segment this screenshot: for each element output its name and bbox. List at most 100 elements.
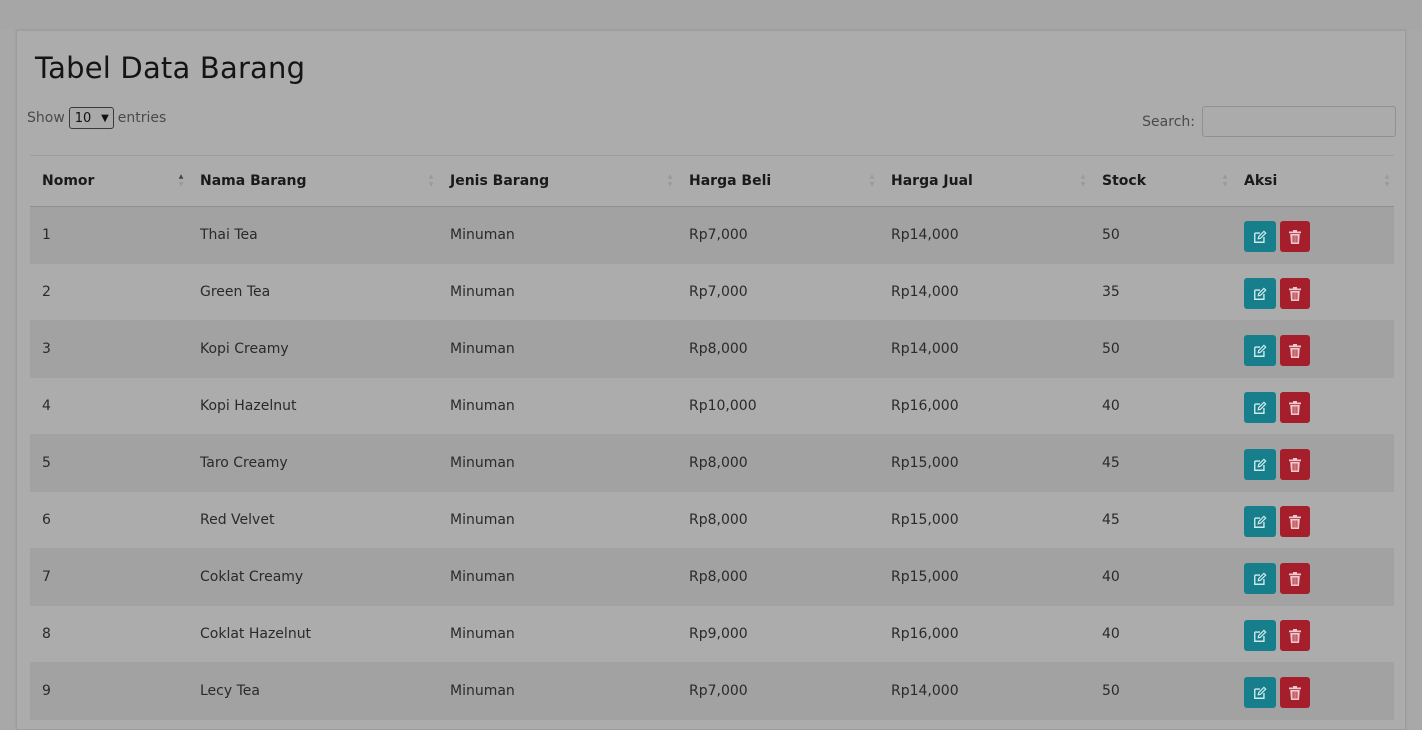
delete-button[interactable] (1280, 620, 1310, 651)
cell-harga-beli: Rp10,000 (689, 398, 757, 414)
column-header-jenis-barang[interactable]: Jenis Barang ▲ ▼ (438, 156, 677, 206)
edit-button[interactable] (1244, 392, 1276, 423)
cell-harga-jual: Rp16,000 (891, 398, 959, 414)
column-header-stock[interactable]: Stock ▲ ▼ (1090, 156, 1232, 206)
trash-icon (1289, 571, 1301, 586)
cell-harga-beli: Rp8,000 (689, 569, 748, 585)
cell-stock: 45 (1102, 455, 1120, 471)
edit-icon (1253, 571, 1267, 586)
cell-harga-jual: Rp14,000 (891, 227, 959, 243)
cell-nama-barang: Red Velvet (200, 512, 275, 528)
cell-harga-jual: Rp14,000 (891, 683, 959, 699)
show-label: Show (27, 110, 65, 126)
column-header-label: Stock (1102, 173, 1147, 189)
delete-button[interactable] (1280, 221, 1310, 252)
cell-nama-barang: Coklat Creamy (200, 569, 304, 585)
cell-nomor: 5 (42, 455, 51, 471)
cell-harga-jual: Rp15,000 (891, 512, 959, 528)
trash-icon (1289, 628, 1301, 643)
trash-icon (1289, 400, 1301, 415)
entries-label: entries (117, 110, 167, 126)
table-row: 6 Red Velvet Minuman Rp8,000 Rp15,000 45 (30, 492, 1394, 549)
sort-icon: ▲ ▼ (178, 173, 184, 188)
edit-button[interactable] (1244, 278, 1276, 309)
column-header-harga-jual[interactable]: Harga Jual ▲ ▼ (879, 156, 1090, 206)
cell-nomor: 3 (42, 341, 51, 357)
trash-icon (1289, 685, 1301, 700)
cell-jenis-barang: Minuman (450, 398, 515, 414)
search-label: Search: (1142, 113, 1195, 130)
sort-icon: ▲ ▼ (1080, 173, 1086, 188)
edit-button[interactable] (1244, 620, 1276, 651)
delete-button[interactable] (1280, 677, 1310, 708)
edit-icon (1253, 286, 1267, 301)
sort-icon: ▲ ▼ (1222, 173, 1228, 188)
cell-jenis-barang: Minuman (450, 227, 515, 243)
cell-nama-barang: Taro Creamy (200, 455, 288, 471)
cell-harga-beli: Rp7,000 (689, 227, 748, 243)
cell-harga-jual: Rp16,000 (891, 626, 959, 642)
delete-button[interactable] (1280, 278, 1310, 309)
cell-nama-barang: Green Tea (200, 284, 271, 300)
cell-harga-jual: Rp15,000 (891, 455, 959, 471)
edit-button[interactable] (1244, 677, 1276, 708)
sort-icon: ▲ ▼ (428, 173, 434, 188)
delete-button[interactable] (1280, 506, 1310, 537)
edit-button[interactable] (1244, 506, 1276, 537)
edit-icon (1253, 628, 1267, 643)
column-header-label: Nama Barang (200, 173, 307, 189)
column-header-label: Harga Beli (689, 173, 772, 189)
cell-stock: 50 (1102, 683, 1120, 699)
edit-icon (1253, 229, 1267, 244)
delete-button[interactable] (1280, 563, 1310, 594)
cell-harga-jual: Rp15,000 (891, 569, 959, 585)
delete-button[interactable] (1280, 392, 1310, 423)
column-header-nama-barang[interactable]: Nama Barang ▲ ▼ (188, 156, 438, 206)
edit-button[interactable] (1244, 563, 1276, 594)
table-row: 4 Kopi Hazelnut Minuman Rp10,000 Rp16,000 40 (30, 378, 1394, 435)
cell-stock: 35 (1102, 284, 1120, 300)
column-header-label: Harga Jual (891, 173, 973, 189)
cell-nomor: 4 (42, 398, 51, 414)
cell-harga-beli: Rp8,000 (689, 512, 748, 528)
table-row: 3 Kopi Creamy Minuman Rp8,000 Rp14,000 50 (30, 321, 1394, 378)
search-input[interactable] (1202, 106, 1396, 137)
trash-icon (1289, 343, 1301, 358)
cell-harga-beli: Rp8,000 (689, 341, 748, 357)
cell-jenis-barang: Minuman (450, 626, 515, 642)
edit-icon (1253, 343, 1267, 358)
cell-nomor: 9 (42, 683, 51, 699)
cell-stock: 40 (1102, 569, 1120, 585)
cell-harga-jual: Rp14,000 (891, 341, 959, 357)
table-row: 7 Coklat Creamy Minuman Rp8,000 Rp15,000 40 (30, 549, 1394, 606)
column-header-aksi[interactable]: Aksi ▲ ▼ (1232, 156, 1394, 206)
cell-harga-beli: Rp7,000 (689, 683, 748, 699)
cell-nomor: 2 (42, 284, 51, 300)
edit-button[interactable] (1244, 449, 1276, 480)
edit-button[interactable] (1244, 221, 1276, 252)
cell-nomor: 8 (42, 626, 51, 642)
cell-jenis-barang: Minuman (450, 284, 515, 300)
table-row: 9 Lecy Tea Minuman Rp7,000 Rp14,000 50 (30, 663, 1394, 720)
cell-jenis-barang: Minuman (450, 683, 515, 699)
delete-button[interactable] (1280, 449, 1310, 480)
column-header-nomor[interactable]: Nomor ▲ ▼ (30, 156, 188, 206)
sort-icon: ▲ ▼ (1384, 173, 1390, 188)
edit-button[interactable] (1244, 335, 1276, 366)
delete-button[interactable] (1280, 335, 1310, 366)
cell-stock: 50 (1102, 227, 1120, 243)
edit-icon (1253, 685, 1267, 700)
table-row: 8 Coklat Hazelnut Minuman Rp9,000 Rp16,000 40 (30, 606, 1394, 663)
entries-select[interactable]: 10 ▼ (68, 107, 114, 129)
trash-icon (1289, 457, 1301, 472)
edit-icon (1253, 400, 1267, 415)
cell-nama-barang: Coklat Hazelnut (200, 626, 312, 642)
cell-nama-barang: Kopi Creamy (200, 341, 289, 357)
cell-stock: 40 (1102, 398, 1120, 414)
column-header-harga-beli[interactable]: Harga Beli ▲ ▼ (677, 156, 879, 206)
cell-jenis-barang: Minuman (450, 512, 515, 528)
cell-nama-barang: Thai Tea (200, 227, 258, 243)
sort-icon: ▲ ▼ (869, 173, 875, 188)
entries-select-value: 10 (74, 110, 92, 126)
table-header: Nomor ▲ ▼ Nama Barang ▲ ▼ Jenis Barang ▲ ▼ … (30, 156, 1394, 207)
